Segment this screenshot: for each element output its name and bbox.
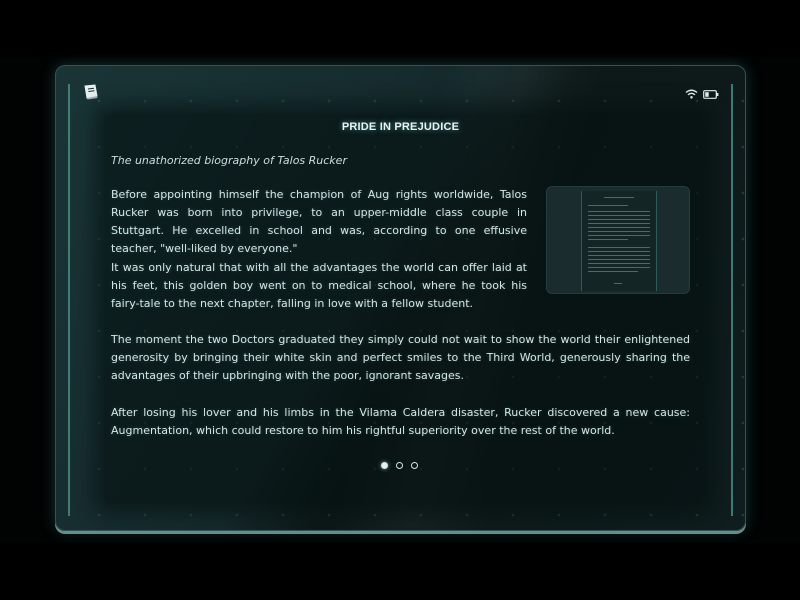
paragraph: It was only natural that with all the ad… bbox=[111, 261, 527, 310]
page-dot-1[interactable] bbox=[381, 462, 388, 469]
thumbnail-line bbox=[588, 251, 650, 252]
status-bar bbox=[685, 84, 719, 103]
thumbnail-line bbox=[588, 247, 650, 248]
right-frame-rail bbox=[731, 84, 733, 516]
thumbnail-line bbox=[588, 263, 650, 264]
book-subtitle: The unathorized biography of Talos Rucke… bbox=[111, 154, 347, 167]
thumbnail-line bbox=[588, 271, 638, 272]
wifi-icon bbox=[685, 84, 698, 103]
left-frame-rail bbox=[68, 84, 70, 516]
thumbnail-line bbox=[588, 215, 650, 216]
thumbnail-line bbox=[588, 259, 650, 260]
thumbnail-line bbox=[588, 267, 650, 268]
thumbnail-line bbox=[588, 205, 628, 206]
thumbnail-line bbox=[588, 211, 650, 212]
thumbnail-line bbox=[588, 223, 650, 224]
letterbox-bottom bbox=[0, 543, 800, 600]
thumbnail-line bbox=[614, 283, 622, 284]
paragraph: After losing his lover and his limbs in … bbox=[111, 406, 690, 437]
page-thumbnail-image bbox=[546, 186, 690, 294]
thumbnail-line bbox=[588, 231, 650, 232]
page-indicator bbox=[381, 462, 418, 469]
thumbnail-line bbox=[604, 197, 634, 198]
thumbnail-line bbox=[588, 235, 650, 236]
page-dot-2[interactable] bbox=[396, 462, 403, 469]
thumbnail-line bbox=[588, 227, 650, 228]
thumbnail-line bbox=[588, 255, 650, 256]
page-dot-3[interactable] bbox=[411, 462, 418, 469]
book-title: PRIDE IN PREJUDICE bbox=[341, 121, 460, 133]
battery-icon bbox=[703, 84, 719, 103]
thumbnail-page bbox=[581, 191, 657, 291]
paragraph: The moment the two Doctors graduated the… bbox=[111, 333, 690, 382]
thumbnail-line bbox=[588, 219, 650, 220]
paragraph: Before appointing himself the champion o… bbox=[111, 188, 527, 255]
thumbnail-line bbox=[588, 239, 628, 240]
letterbox-top bbox=[0, 0, 800, 57]
book-icon bbox=[82, 84, 100, 100]
